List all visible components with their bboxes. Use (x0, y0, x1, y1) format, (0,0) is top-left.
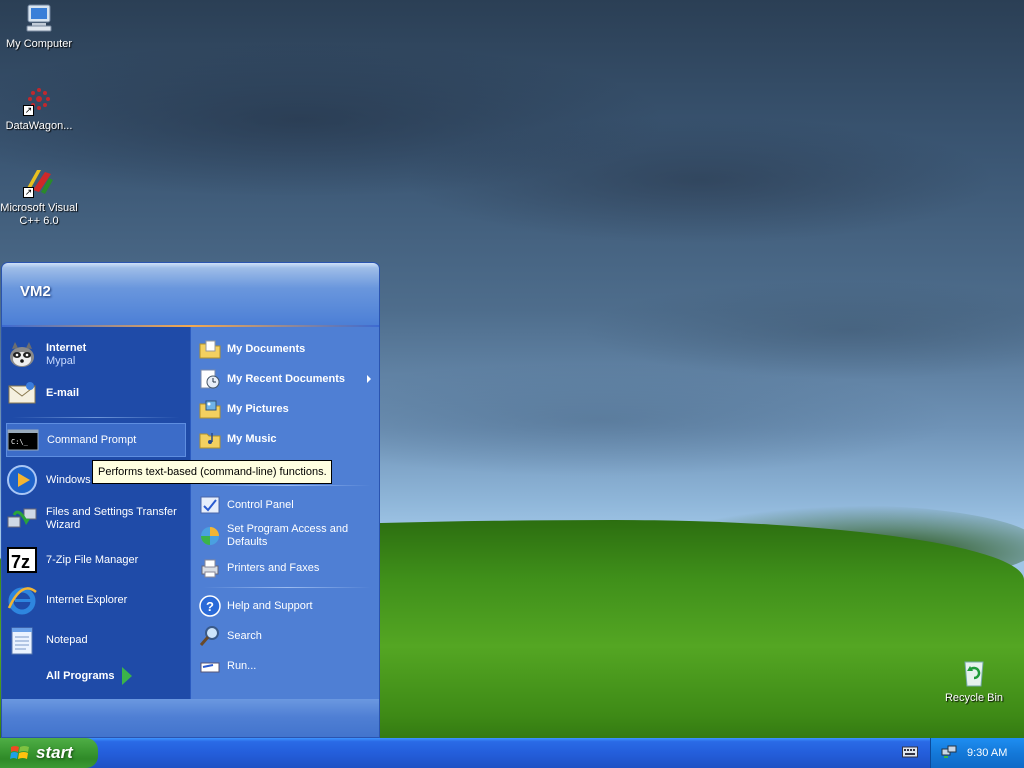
raccoon-browser-icon (6, 339, 38, 371)
desktop-icon-label: Recycle Bin (944, 692, 1004, 704)
system-tray: 9:30 AM (930, 738, 1024, 768)
command-prompt-tooltip: Performs text-based (command-line) funct… (92, 460, 332, 484)
menu-item-label: Windows (46, 473, 91, 486)
visual-cpp-icon: ↗ (23, 166, 55, 198)
start-menu-left-pane: Internet Mypal E-mail C:\_ Command Promp… (2, 327, 190, 726)
menu-item-label: Run... (227, 659, 257, 672)
command-prompt-icon: C:\_ (7, 424, 39, 456)
start-menu: VM2 Internet Mypal E-mail C:\_ Command P… (1, 262, 380, 738)
menu-item-label: Control Panel (227, 498, 294, 511)
search-icon (199, 625, 221, 647)
menu-separator (12, 417, 180, 418)
menu-item-notepad[interactable]: Notepad (6, 623, 186, 657)
menu-item-label: Printers and Faxes (227, 561, 320, 574)
menu-separator (203, 485, 371, 486)
menu-item-run[interactable]: Run... (199, 653, 377, 679)
menu-item-label: My Music (227, 432, 277, 445)
svg-text:7z: 7z (11, 552, 30, 572)
network-icon[interactable] (941, 744, 957, 763)
all-programs-button[interactable]: All Programs (46, 667, 133, 685)
menu-item-label: My Documents (227, 342, 306, 355)
folder-documents-icon (199, 338, 221, 360)
menu-item-label: Internet (46, 342, 87, 354)
green-arrow-icon (122, 667, 133, 685)
menu-item-help-support[interactable]: ? Help and Support (199, 593, 377, 619)
start-menu-right-pane: My Documents My Recent Documents My Pict… (190, 327, 379, 699)
user-name: VM2 (20, 283, 51, 300)
desktop-icon-label: DataWagon... (5, 120, 73, 132)
menu-item-label: Help and Support (227, 599, 313, 612)
menu-item-internet-explorer[interactable]: Internet Explorer (6, 583, 186, 617)
recycle-bin-icon (958, 656, 990, 688)
menu-item-label: Command Prompt (47, 433, 137, 446)
all-programs-label: All Programs (46, 670, 115, 682)
menu-item-transfer-wizard[interactable]: Files and Settings Transfer Wizard (6, 501, 186, 537)
start-button[interactable]: start (0, 738, 98, 768)
run-icon (199, 655, 221, 677)
menu-item-printers[interactable]: Printers and Faxes (199, 555, 377, 581)
menu-item-label: Search (227, 629, 262, 642)
my-computer-icon (23, 2, 55, 34)
menu-item-label: My Pictures (227, 402, 289, 415)
submenu-arrow-icon (367, 375, 371, 383)
menu-item-command-prompt[interactable]: C:\_ Command Prompt (6, 423, 186, 457)
folder-pictures-icon (199, 398, 221, 420)
printer-icon (199, 557, 221, 579)
menu-item-internet[interactable]: Internet Mypal (6, 337, 186, 373)
start-menu-body: Internet Mypal E-mail C:\_ Command Promp… (2, 327, 379, 726)
keyboard-language-icon[interactable] (902, 746, 918, 758)
program-access-icon (199, 525, 221, 547)
start-menu-footer (2, 699, 379, 737)
desktop-icon-my-computer[interactable]: My Computer (0, 2, 78, 51)
menu-item-my-recent-documents[interactable]: My Recent Documents (199, 367, 377, 391)
menu-item-label: Files and Settings Transfer Wizard (46, 506, 177, 531)
menu-item-label: Notepad (46, 633, 88, 646)
menu-item-sublabel: Mypal (46, 355, 76, 367)
recent-documents-icon (199, 368, 221, 390)
menu-item-my-music[interactable]: My Music (199, 427, 377, 451)
menu-item-my-documents[interactable]: My Documents (199, 337, 377, 361)
menu-item-my-pictures[interactable]: My Pictures (199, 397, 377, 421)
menu-item-label: Set Program Access and Defaults (227, 523, 349, 548)
shortcut-arrow-icon: ↗ (23, 187, 34, 198)
taskbar: start 9:30 AM (0, 738, 1024, 768)
folder-music-icon (199, 428, 221, 450)
desktop-icon-label: My Computer (5, 38, 73, 50)
svg-text:?: ? (206, 599, 214, 614)
menu-item-7zip[interactable]: 7z 7-Zip File Manager (6, 543, 186, 577)
start-label: start (36, 743, 73, 762)
menu-item-control-panel[interactable]: Control Panel (199, 493, 377, 517)
menu-item-label: Internet Explorer (46, 593, 128, 606)
email-icon (6, 377, 38, 409)
notepad-icon (6, 624, 38, 656)
help-icon: ? (199, 595, 221, 617)
menu-item-search[interactable]: Search (199, 623, 377, 649)
control-panel-icon (199, 494, 221, 516)
menu-separator (203, 587, 371, 588)
menu-item-label: 7-Zip File Manager (46, 553, 139, 566)
menu-item-label: My Recent Documents (227, 372, 345, 385)
desktop-icon-datawagon[interactable]: ↗ DataWagon... (0, 84, 78, 133)
start-menu-header: VM2 (2, 263, 379, 325)
svg-text:C:\_: C:\_ (11, 438, 29, 446)
desktop-icon-visual-cpp[interactable]: ↗ Microsoft Visual C++ 6.0 (0, 166, 78, 228)
menu-item-program-access[interactable]: Set Program Access and Defaults (199, 521, 377, 551)
desktop-icon-recycle-bin[interactable]: Recycle Bin (935, 656, 1013, 705)
datawagon-icon: ↗ (23, 84, 55, 116)
menu-item-email[interactable]: E-mail (6, 375, 186, 411)
media-player-icon (6, 464, 38, 496)
7zip-icon: 7z (6, 544, 38, 576)
clock[interactable]: 9:30 AM (967, 747, 1007, 759)
internet-explorer-icon (6, 584, 38, 616)
menu-item-label: E-mail (46, 386, 80, 399)
desktop-icon-label: Microsoft Visual C++ 6.0 (0, 202, 78, 227)
windows-flag-icon (10, 744, 30, 762)
shortcut-arrow-icon: ↗ (23, 105, 34, 116)
transfer-wizard-icon (6, 503, 38, 535)
